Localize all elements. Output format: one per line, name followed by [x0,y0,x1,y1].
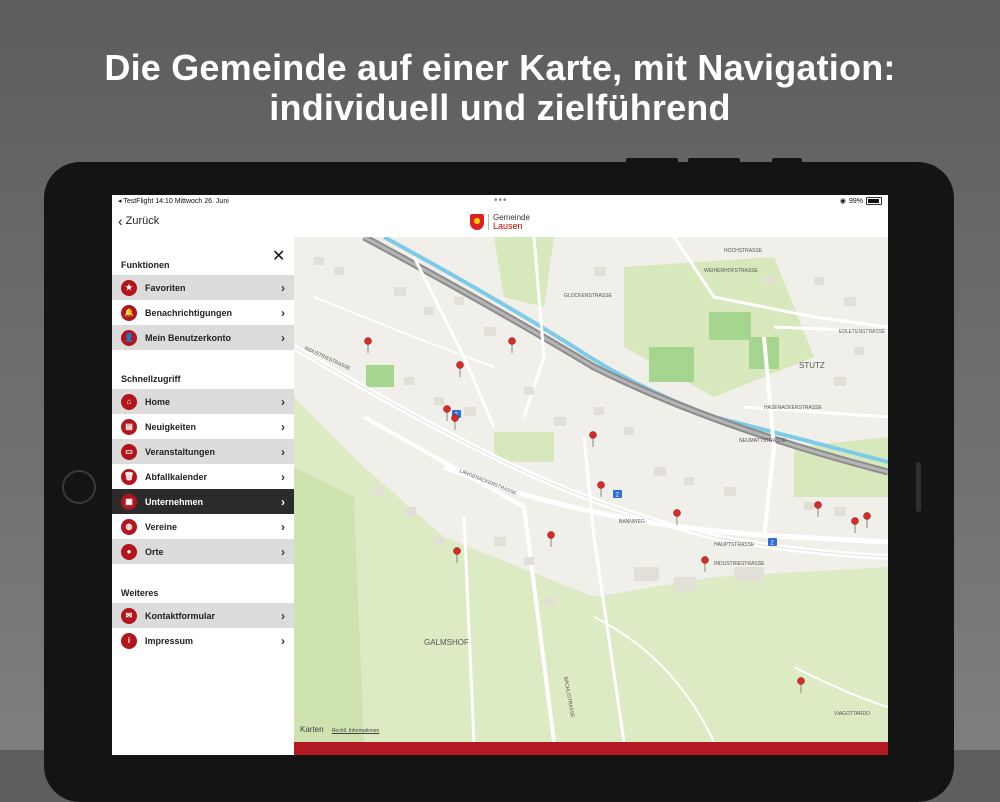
menu-item-label: Vereine [145,521,178,532]
map-street-label: GLOCKENSTRASSE [564,293,612,299]
logo-line-2: Lausen [493,221,523,231]
chevron-right-icon: › [281,419,285,434]
headline-line-2: individuell und zielführend [269,87,731,128]
nav-bar: ‹ Zurück Gemeinde Lausen [112,209,888,238]
event-icon: ▭ [121,443,137,460]
user-icon: 👤 [121,329,137,346]
menu-item-benutzerkonto[interactable]: 👤 Mein Benutzerkonto › [112,325,294,350]
menu-item-label: Veranstaltungen [145,446,216,457]
menu-item-orte[interactable]: ● Orte › [112,539,294,564]
chevron-right-icon: › [281,633,285,648]
news-icon: ▤ [121,418,137,435]
map-street-label: VIAGOTTARDO [834,711,870,717]
chevron-right-icon: › [281,280,285,295]
legal-info-link[interactable]: Rechtl. Informationen [332,728,380,734]
menu-item-neuigkeiten[interactable]: ▤ Neuigkeiten › [112,414,294,439]
menu-item-label: Kontaktformular [145,610,216,621]
map-street-label: INDUSTRIESTRASSE [714,561,765,567]
route-badge: 2 [613,490,622,499]
menu-item-vereine[interactable]: ◍ Vereine › [112,514,294,539]
chevron-right-icon: › [281,544,285,559]
map-credit: Karten Rechtl. Informationen [300,725,379,734]
trash-icon: 🗑 [121,468,137,485]
chevron-left-icon: ‹ [118,212,123,229]
chevron-right-icon: › [281,330,285,345]
home-icon: ⌂ [121,393,137,410]
apple-maps-logo: Karten [300,725,324,734]
wifi-icon: ◉ [839,198,846,205]
chevron-right-icon: › [281,444,285,459]
menu-item-label: Home [145,396,171,407]
chevron-right-icon: › [281,519,285,534]
factory-icon: ▦ [121,493,137,510]
status-right: ◉ 99% [840,197,882,205]
app-logo: Gemeinde Lausen [470,213,530,231]
headline: Die Gemeinde auf einer Karte, mit Naviga… [0,48,1000,128]
location-pin-icon: ● [121,543,137,560]
chevron-right-icon: › [281,469,285,484]
status-left: ◂ TestFlight 14:10 Mittwoch 26. Juni [118,198,229,205]
multitask-dots[interactable]: ••• [494,195,508,206]
menu-item-benachrichtigungen[interactable]: 🔔 Benachrichtigungen › [112,300,294,325]
menu-item-label: Favoriten [145,282,186,293]
chevron-right-icon: › [281,305,285,320]
crest-icon [470,214,484,230]
map-place-label: STUTZ [799,361,825,370]
map-view[interactable]: STUTZ GALMSHOF INDUSTRIESTRASSE INDUSTRI… [294,237,888,742]
battery-percent: 99% [848,197,863,205]
side-menu: ✕ Funktionen ★ Favoriten › 🔔 Benachricht… [112,237,294,755]
club-icon: ◍ [121,518,137,535]
status-bar: ◂ TestFlight 14:10 Mittwoch 26. Juni •••… [112,195,888,209]
side-button [916,462,921,512]
menu-item-kontaktformular[interactable]: ✉ Kontaktformular › [112,603,294,628]
battery-icon [866,197,882,205]
map-street-label: HASENACKERSTRASSE [764,405,822,411]
map-street-label: HOCHSTRASSE [724,248,763,254]
home-button[interactable] [62,470,96,504]
map-street-label: HAUPTSTRASSE [714,542,755,548]
chevron-right-icon: › [281,394,285,409]
menu-item-home[interactable]: ⌂ Home › [112,389,294,414]
logo-divider [488,214,489,230]
menu-item-label: Mein Benutzerkonto [145,332,232,343]
back-button[interactable]: ‹ Zurück [118,212,160,229]
chevron-right-icon: › [281,608,285,623]
map-street-label: EDLETENSTRASSE [839,329,886,335]
menu-item-favoriten[interactable]: ★ Favoriten › [112,275,294,300]
menu-item-label: Unternehmen [145,496,204,507]
section-title-schnellzugriff: Schnellzugriff [121,374,181,384]
map-street-label: BANNWEG [619,519,645,525]
menu-item-label: Abfallkalender [145,471,208,482]
menu-item-unternehmen[interactable]: ▦ Unternehmen › [112,489,294,514]
bell-icon: 🔔 [121,304,137,321]
menu-item-label: Orte [145,546,164,557]
star-icon: ★ [121,279,137,296]
route-badge: 2 [768,538,777,547]
menu-item-impressum[interactable]: i Impressum › [112,628,294,653]
menu-item-label: Neuigkeiten [145,421,197,432]
app-screen: ◂ TestFlight 14:10 Mittwoch 26. Juni •••… [112,195,888,755]
section-title-funktionen: Funktionen [121,260,170,270]
menu-item-veranstaltungen[interactable]: ▭ Veranstaltungen › [112,439,294,464]
back-label: Zurück [125,215,160,227]
info-icon: i [121,632,137,649]
map-street-label: WEIHERHOFSTRASSE [704,268,759,274]
menu-item-abfallkalender[interactable]: 🗑 Abfallkalender › [112,464,294,489]
mail-icon: ✉ [121,607,137,624]
headline-line-1: Die Gemeinde auf einer Karte, mit Naviga… [104,47,896,88]
section-title-weiteres: Weiteres [121,588,159,598]
bottom-accent-bar [294,742,888,755]
chevron-right-icon: › [281,494,285,509]
map-canvas[interactable]: STUTZ GALMSHOF INDUSTRIESTRASSE INDUSTRI… [294,237,888,742]
close-icon[interactable]: ✕ [272,249,285,265]
map-place-label: GALMSHOF [424,638,469,647]
map-street-label: NEUMATTSTRASSE [739,438,787,444]
menu-item-label: Impressum [145,635,194,646]
menu-item-label: Benachrichtigungen [145,307,233,318]
